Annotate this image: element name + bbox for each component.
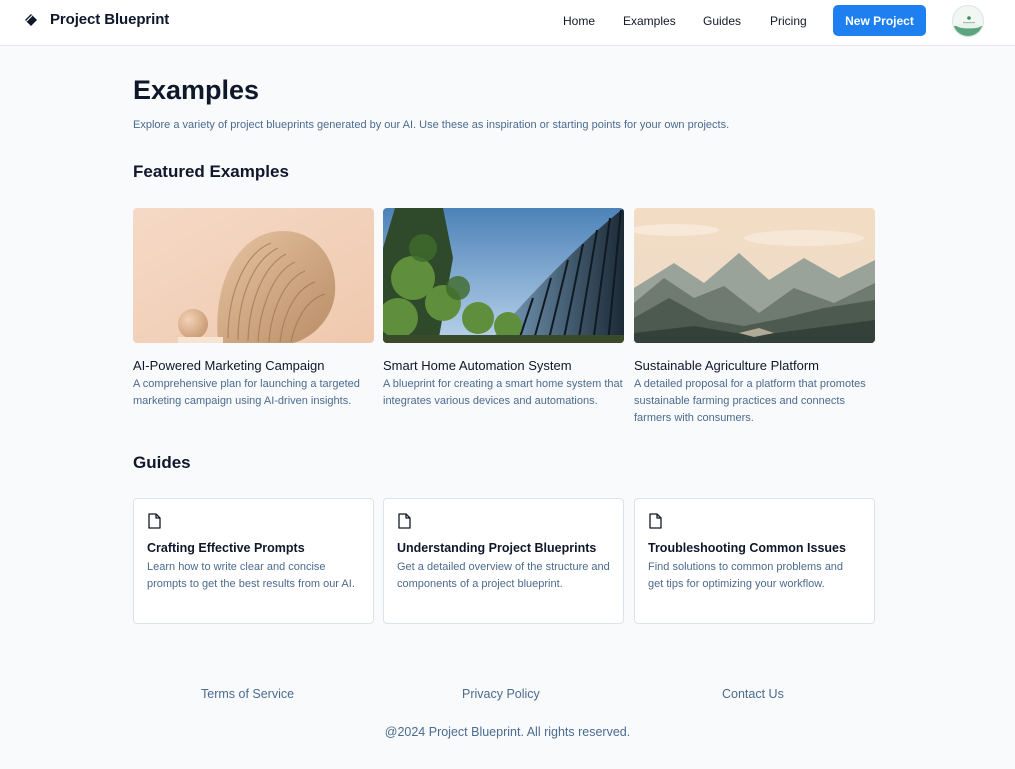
new-project-button[interactable]: New Project xyxy=(833,5,926,36)
card-description: A blueprint for creating a smart home sy… xyxy=(383,378,623,407)
glass-building-image xyxy=(383,208,624,343)
card-title: Sustainable Agriculture Platform xyxy=(634,358,819,373)
nav-guides[interactable]: Guides xyxy=(703,14,741,28)
document-icon xyxy=(398,513,411,529)
page-title: Examples xyxy=(133,75,260,105)
mountain-landscape-image xyxy=(634,208,875,343)
footer-privacy-link[interactable]: Privacy Policy xyxy=(462,687,540,701)
guide-card-prompts[interactable]: Crafting Effective Prompts Learn how to … xyxy=(133,498,374,624)
featured-card-marketing[interactable]: AI-Powered Marketing Campaign A comprehe… xyxy=(133,208,375,410)
nav-examples[interactable]: Examples xyxy=(623,14,676,28)
guide-title: Troubleshooting Common Issues xyxy=(648,541,846,555)
brand-name: Project Blueprint xyxy=(50,11,170,28)
guide-description: Get a detailed overview of the structure… xyxy=(397,561,610,590)
footer-terms-link[interactable]: Terms of Service xyxy=(201,687,294,701)
featured-card-agriculture[interactable]: Sustainable Agriculture Platform A detai… xyxy=(634,208,876,427)
nav-pricing[interactable]: Pricing xyxy=(770,14,807,28)
guide-description: Find solutions to common problems and ge… xyxy=(648,561,844,590)
guide-card-troubleshooting[interactable]: Troubleshooting Common Issues Find solut… xyxy=(634,498,875,624)
featured-examples-heading: Featured Examples xyxy=(133,162,289,181)
guide-card-blueprints[interactable]: Understanding Project Blueprints Get a d… xyxy=(383,498,624,624)
guide-description: Learn how to write clear and concise pro… xyxy=(147,561,355,590)
featured-card-smart-home[interactable]: Smart Home Automation System A blueprint… xyxy=(383,208,625,410)
avatar-image xyxy=(953,6,983,36)
footer-contact-link[interactable]: Contact Us xyxy=(722,687,784,701)
guides-heading: Guides xyxy=(133,453,191,472)
brand[interactable]: Project Blueprint xyxy=(25,11,169,28)
abstract-sculpture-image xyxy=(133,208,374,343)
card-title: Smart Home Automation System xyxy=(383,358,572,373)
nav-home[interactable]: Home xyxy=(563,14,595,28)
document-icon xyxy=(649,513,662,529)
document-icon xyxy=(148,513,161,529)
card-description: A comprehensive plan for launching a tar… xyxy=(133,378,360,407)
logo-icon xyxy=(25,13,37,26)
page-description: Explore a variety of project blueprints … xyxy=(133,119,730,131)
card-description: A detailed proposal for a platform that … xyxy=(634,378,866,424)
card-title: AI-Powered Marketing Campaign xyxy=(133,358,325,373)
user-avatar[interactable] xyxy=(952,5,984,37)
guide-title: Crafting Effective Prompts xyxy=(147,541,305,555)
top-navigation-bar: Project Blueprint Home Examples Guides P… xyxy=(0,0,1015,46)
copyright-text: @2024 Project Blueprint. All rights rese… xyxy=(384,725,631,739)
guide-title: Understanding Project Blueprints xyxy=(397,541,597,555)
